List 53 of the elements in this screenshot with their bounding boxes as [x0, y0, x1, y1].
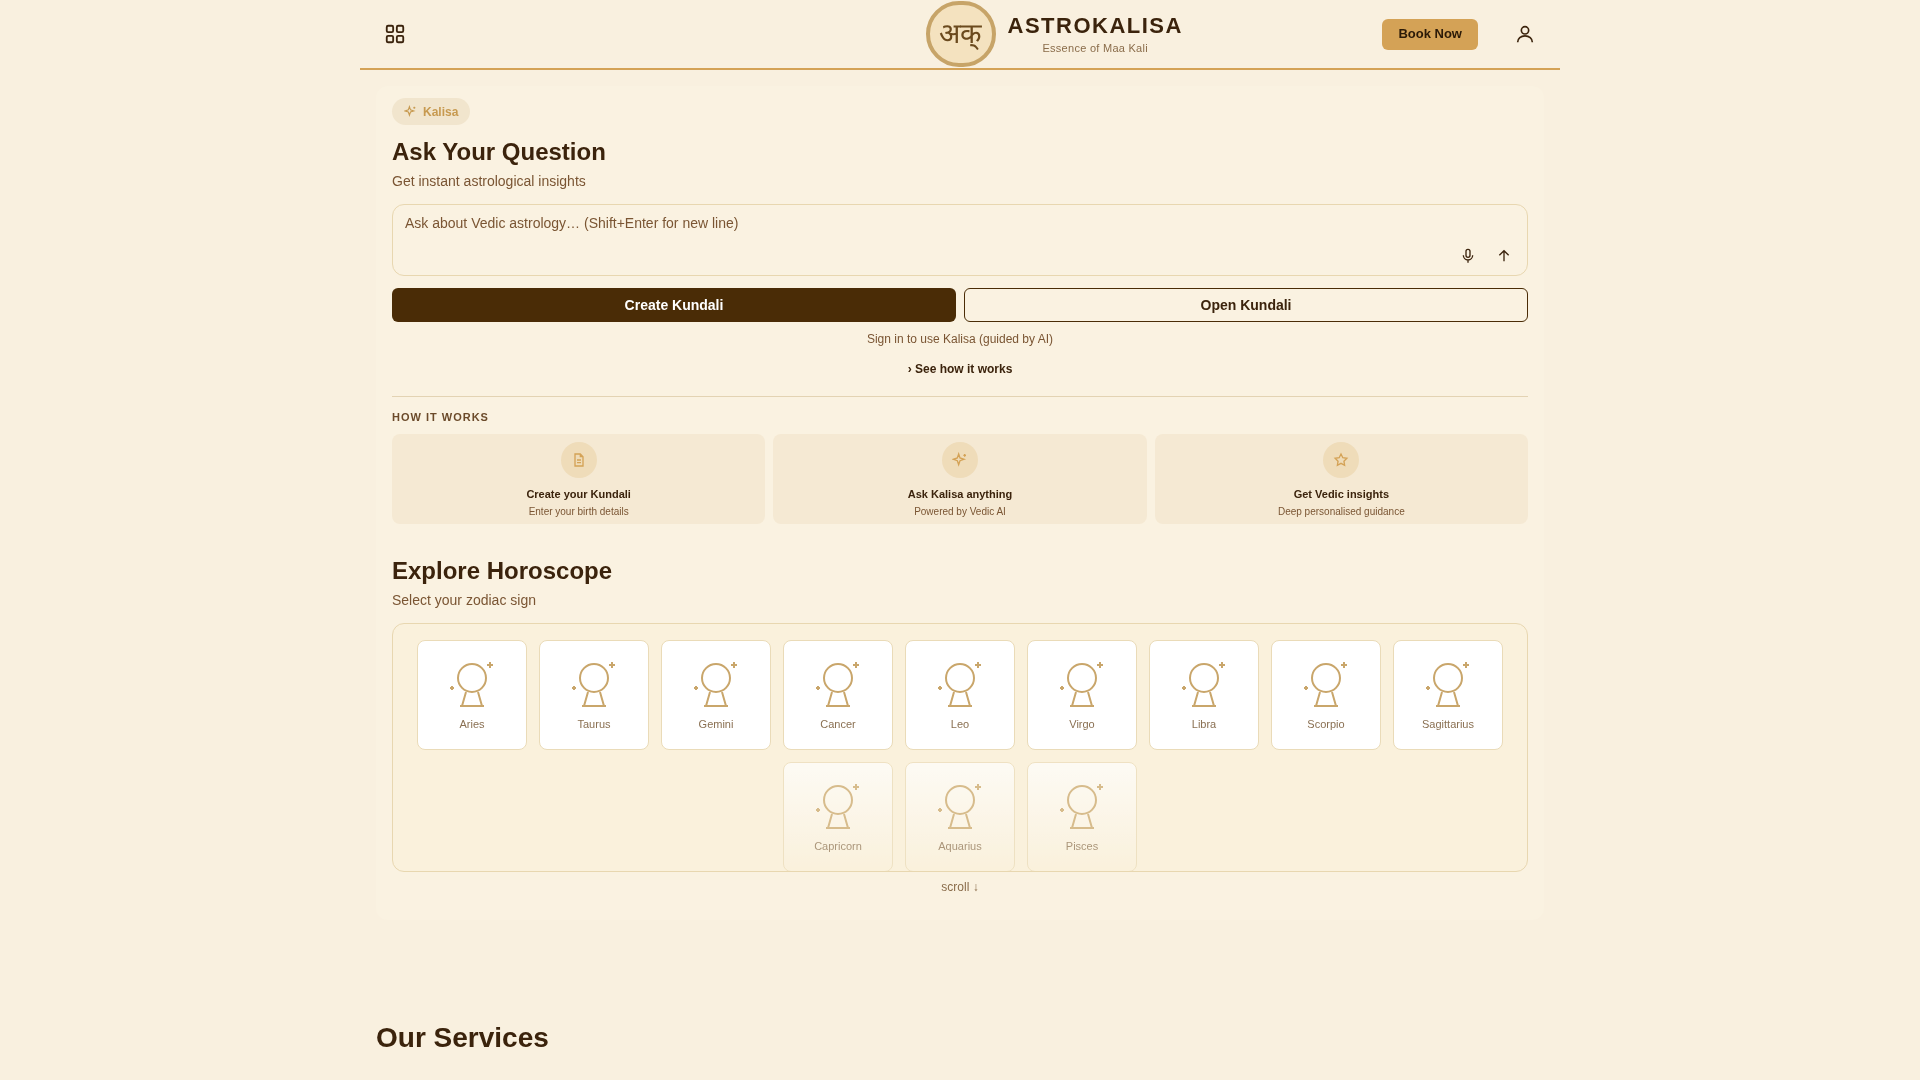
step-subtitle: Enter your birth details [528, 505, 629, 519]
zodiac-tile[interactable]: Scorpio [1271, 639, 1381, 750]
zodiac-tile[interactable]: Taurus [539, 639, 649, 750]
zodiac-tile[interactable]: Virgo [1027, 639, 1137, 750]
step-title: Get Vedic insights [1293, 486, 1389, 502]
kundali-button[interactable]: Create Kundali [392, 288, 956, 322]
zodiac-tile[interactable]: Aquarius [905, 761, 1015, 871]
zodiac-name: Taurus [577, 717, 611, 733]
sparkle-icon [952, 451, 968, 468]
zodiac-tile[interactable]: Libra [1149, 639, 1259, 750]
zodiac-name: Aquarius [938, 839, 982, 855]
kundali-button[interactable]: Open Kundali [964, 288, 1528, 322]
section-title: Our Services [376, 1020, 550, 1055]
book-now-button[interactable]: Book Now [1382, 18, 1478, 50]
section-title: Explore Horoscope [392, 555, 614, 586]
step-title: Create your Kundali [526, 486, 631, 502]
zodiac-tile[interactable]: Sagittarius [1393, 639, 1503, 750]
send-arrow-icon[interactable] [1496, 248, 1512, 264]
user-profile-icon[interactable] [1514, 23, 1536, 45]
zodiac-tile[interactable]: Aries [417, 639, 527, 750]
sign-in-note: Sign in to use Kalisa (guided by AI) [865, 331, 1055, 348]
zodiac-name: Aries [459, 717, 485, 733]
grid-menu-icon[interactable] [384, 23, 406, 45]
microphone-icon[interactable] [1460, 248, 1476, 264]
kalisa-badge: Kalisa [392, 98, 471, 125]
question-input-field[interactable]: Ask about Vedic astrology… (Shift+Enter for new line) [392, 204, 1528, 276]
zodiac-name: Libra [1191, 717, 1217, 733]
scroll-hint: scroll ↓ [940, 878, 980, 896]
zodiac-name: Leo [950, 717, 970, 733]
logo-emblem: अक् [925, 1, 996, 67]
zodiac-name: Cancer [820, 717, 856, 733]
zodiac-tile[interactable]: Gemini [661, 639, 771, 750]
zodiac-tile[interactable]: Pisces [1027, 761, 1137, 871]
zodiac-name: Pisces [1065, 839, 1099, 855]
step-subtitle: Deep personalised guidance [1277, 505, 1405, 519]
brand-name: ASTROKALISA [1007, 12, 1183, 40]
section-heading: HOW IT WORKS [392, 410, 490, 425]
zodiac-name: Gemini [698, 717, 734, 733]
zodiac-name: Scorpio [1307, 717, 1345, 733]
zodiac-tile[interactable]: Cancer [783, 639, 893, 750]
section-title: Ask Your Question [392, 137, 607, 167]
star-icon [1333, 451, 1350, 468]
zodiac-tile[interactable]: Capricorn [783, 761, 893, 871]
section-subtitle: Get instant astrological insights [392, 172, 587, 191]
step-title: Ask Kalisa anything [907, 486, 1013, 502]
brand-tagline: Essence of Maa Kali [1042, 40, 1148, 56]
step-subtitle: Powered by Vedic AI [914, 505, 1006, 519]
zodiac-name: Sagittarius [1422, 717, 1474, 733]
zodiac-name: Virgo [1069, 717, 1095, 733]
section-subtitle: Select your zodiac sign [392, 590, 537, 610]
zodiac-tile[interactable]: Leo [905, 639, 1015, 750]
zodiac-name: Capricorn [814, 839, 862, 855]
see-how-link[interactable]: › See how it works [907, 362, 1013, 376]
